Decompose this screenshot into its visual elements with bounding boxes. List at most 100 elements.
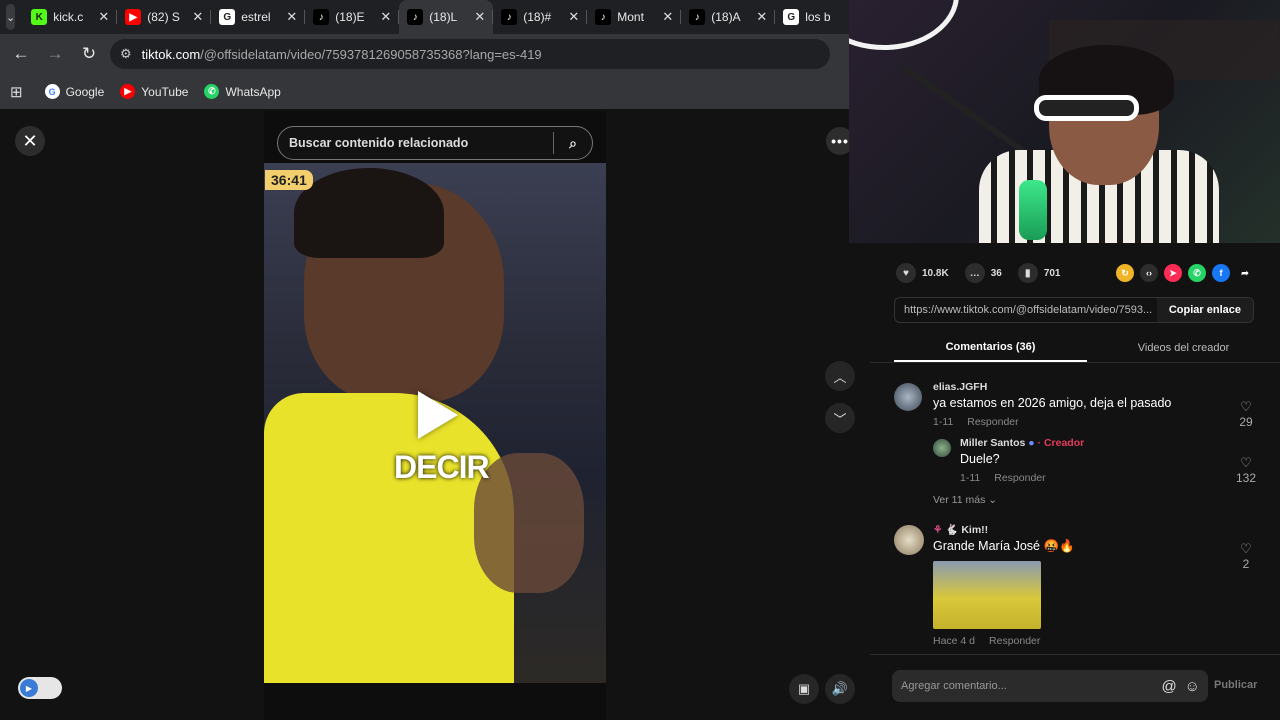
share-arrow-icon[interactable]: ➦: [1236, 264, 1254, 282]
comment-input[interactable]: Agregar comentario... @ ☺: [892, 670, 1208, 702]
comment-meta: 1-11 Responder: [933, 416, 1254, 428]
reply-button[interactable]: Responder: [967, 416, 1018, 428]
bookmark-item[interactable]: G Google: [44, 84, 104, 99]
avatar[interactable]: [894, 525, 924, 555]
video-player[interactable]: 36:41 DECIR Buscar contenido relacionado…: [264, 111, 606, 720]
facebook-icon[interactable]: f: [1212, 264, 1230, 282]
avatar[interactable]: [894, 383, 922, 411]
play-icon[interactable]: [418, 391, 458, 439]
close-tab-icon[interactable]: ✕: [662, 9, 673, 25]
close-tab-icon[interactable]: ✕: [568, 9, 579, 25]
close-icon: ✕: [22, 130, 38, 151]
embed-icon[interactable]: ‹›: [1140, 264, 1158, 282]
video-timer-badge: 36:41: [265, 170, 313, 190]
browser-tab[interactable]: ♪ (18)A ✕: [681, 0, 776, 34]
mention-icon[interactable]: @: [1161, 678, 1176, 695]
like-action[interactable]: ♥ 10.8K: [896, 263, 949, 283]
publish-button[interactable]: Publicar: [1214, 679, 1257, 691]
comment-username-row: ⚘ 🐇 Kim!!: [933, 523, 1254, 536]
close-tab-icon[interactable]: ✕: [98, 9, 109, 25]
close-tab-icon[interactable]: ✕: [474, 9, 485, 25]
related-search-placeholder: Buscar contenido relacionado: [289, 136, 469, 150]
browser-toolbar: ← → ↻ ⚙ tiktok.com/@offsidelatam/video/7…: [0, 34, 849, 74]
browser-tab[interactable]: ▶ (82) S ✕: [117, 0, 212, 34]
close-tab-icon[interactable]: ✕: [756, 9, 767, 25]
send-icon[interactable]: ➤: [1164, 264, 1182, 282]
autoplay-toggle[interactable]: ▶: [18, 677, 62, 699]
reload-button[interactable]: ↻: [72, 37, 106, 71]
video-caption-overlay: DECIR: [394, 449, 490, 485]
tab-comments[interactable]: Comentarios (36): [894, 333, 1087, 362]
tab-strip: Kkick.c ✕ ▶ (82) S ✕ Gestrel ✕ ♪ (18)E ✕ ♪ (18)L ✕ ♪ (…: [23, 0, 870, 34]
related-search-box[interactable]: Buscar contenido relacionado ⌕: [277, 126, 593, 160]
toggle-knob-icon: ▶: [20, 679, 38, 697]
bookmark-list: G Google ▶ YouTube ✆ WhatsApp: [44, 84, 297, 99]
comment-action[interactable]: … 36: [964, 263, 1002, 283]
tab-creator-videos[interactable]: Videos del creador: [1087, 333, 1280, 362]
avatar[interactable]: [933, 439, 951, 457]
forward-button[interactable]: →: [38, 37, 72, 71]
tab-search-button[interactable]: ⌄: [6, 4, 16, 30]
emoji-icon[interactable]: ☺: [1185, 678, 1200, 695]
comment-like[interactable]: ♡ 2: [1234, 541, 1258, 571]
composer-divider: [870, 654, 1280, 655]
view-more-replies[interactable]: Ver 11 más ⌄: [933, 494, 997, 506]
whatsapp-share-icon[interactable]: ✆: [1188, 264, 1206, 282]
reply-button[interactable]: Responder: [989, 635, 1040, 647]
browser-tab[interactable]: ♪ (18)L ✕: [399, 0, 494, 34]
reply-like[interactable]: ♡ 132: [1234, 455, 1258, 485]
tab-title: (82) S: [147, 10, 180, 24]
view-more-label: Ver 11 más: [933, 494, 986, 506]
comment-image[interactable]: [933, 561, 1041, 629]
copy-link-button[interactable]: Copiar enlace: [1156, 298, 1253, 322]
reply-button[interactable]: Responder: [994, 472, 1045, 484]
chevron-down-icon: ⌄: [6, 11, 16, 24]
ellipsis-icon: •••: [831, 133, 849, 149]
tiktok-icon: ♪: [501, 9, 518, 25]
video-frame: 36:41 DECIR: [264, 163, 606, 683]
comment-like-count: 29: [1239, 415, 1253, 429]
browser-tab[interactable]: Gestrel ✕: [211, 0, 306, 34]
previous-video-button[interactable]: ︿: [825, 361, 855, 391]
back-button[interactable]: ←: [4, 37, 38, 71]
repost-icon[interactable]: ↻: [1116, 264, 1134, 282]
reply-text: Duele?: [960, 452, 1000, 466]
engagement-bar: ♥ 10.8K … 36 ▮ 701: [896, 263, 1077, 283]
comment-username[interactable]: Kim!!: [961, 524, 988, 536]
browser-tab[interactable]: ♪ (18)E ✕: [305, 0, 400, 34]
comment-like-count: 2: [1242, 557, 1250, 571]
browser-tab[interactable]: ♪ Mont ✕: [587, 0, 682, 34]
bookmark-item[interactable]: ✆ WhatsApp: [204, 84, 281, 99]
site-settings-icon[interactable]: ⚙: [120, 46, 132, 62]
heart-outline-icon: ♡: [1240, 455, 1252, 470]
address-bar[interactable]: ⚙ tiktok.com/@offsidelatam/video/7593781…: [110, 39, 830, 69]
comment-item: elias.JGFH ya estamos en 2026 amigo, dej…: [894, 381, 1254, 428]
save-action[interactable]: ▮ 701: [1017, 263, 1061, 283]
reply-username[interactable]: Miller Santos: [960, 437, 1025, 449]
url-path: /@offsidelatam/video/7593781269058735368…: [200, 46, 542, 62]
pip-button[interactable]: ▣: [789, 674, 819, 704]
close-button[interactable]: ✕: [15, 126, 45, 156]
comments-panel: ♥ 10.8K … 36 ▮ 701 ↻ ‹› ➤ ✆ f ➦ https://www…: [870, 243, 1280, 720]
volume-button[interactable]: 🔊: [825, 674, 855, 704]
chevron-down-icon: ﹀: [833, 411, 847, 427]
search-icon[interactable]: ⌕: [554, 135, 592, 152]
close-tab-icon[interactable]: ✕: [286, 9, 297, 25]
comment-like[interactable]: ♡ 29: [1234, 399, 1258, 429]
apps-grid-icon[interactable]: ⊞: [10, 83, 23, 101]
google-icon: G: [219, 9, 236, 25]
close-tab-icon[interactable]: ✕: [192, 9, 203, 25]
browser-tab[interactable]: Kkick.c ✕: [23, 0, 118, 34]
heart-outline-icon: ♡: [1240, 541, 1252, 556]
next-video-button[interactable]: ﹀: [825, 403, 855, 433]
tiktok-video-page: ✕ 36:41 DECIR Buscar contenido relaciona…: [0, 111, 870, 720]
comment-username[interactable]: elias.JGFH: [933, 381, 1254, 393]
share-link-url[interactable]: https://www.tiktok.com/@offsidelatam/vid…: [895, 304, 1157, 316]
browser-tab[interactable]: ♪ (18)# ✕: [493, 0, 588, 34]
arrow-left-icon: ←: [12, 44, 30, 63]
bookmark-item[interactable]: ▶ YouTube: [120, 84, 188, 99]
comment-item: ⚘ 🐇 Kim!! Grande María José 🤬🔥 Hace 4 d R…: [894, 523, 1254, 647]
panel-tabs: Comentarios (36) Videos del creador: [870, 333, 1280, 363]
creator-tag: · Creador: [1037, 437, 1085, 449]
close-tab-icon[interactable]: ✕: [380, 9, 391, 25]
